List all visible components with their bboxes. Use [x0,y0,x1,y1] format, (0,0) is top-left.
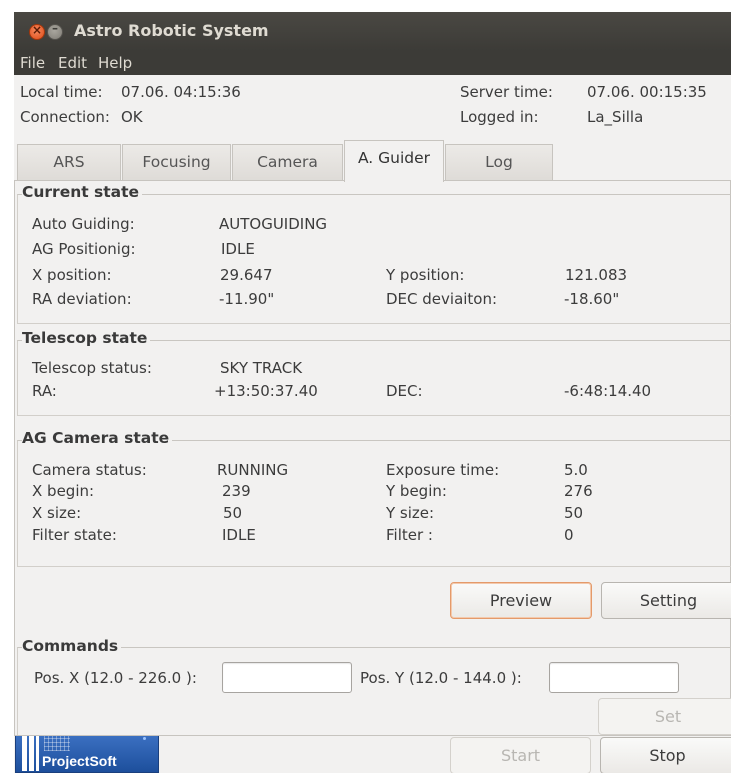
logged-in-label: Logged in: [460,108,539,126]
ag-camera-state-group [17,440,731,567]
setting-button[interactable]: Setting [601,582,731,619]
commands-title: Commands [22,637,122,655]
telescope-status-value: SKY TRACK [220,359,303,377]
menu-file[interactable]: File [20,54,45,72]
x-size-value: 50 [223,504,243,522]
minimize-window-button[interactable]: – [47,21,63,40]
camera-status-label: Camera status: [32,461,147,479]
logo-bar [22,735,27,771]
tab-focusing[interactable]: Focusing [122,144,231,181]
ra-value: +13:50:37.40 [214,382,318,400]
ra-deviation-label: RA deviation: [32,290,132,308]
y-size-label: Y size: [386,504,435,522]
close-icon: × [31,23,43,37]
local-time-label: Local time: [20,83,103,101]
auto-guiding-label: Auto Guiding: [32,215,135,233]
y-position-value: 121.083 [565,266,628,284]
menu-edit[interactable]: Edit [58,54,87,72]
pos-x-input[interactable] [222,662,352,693]
ag-positioning-value: IDLE [221,240,255,258]
camera-status-value: RUNNING [217,461,289,479]
x-begin-label: X begin: [32,482,95,500]
preview-button[interactable]: Preview [450,582,592,619]
title-bar[interactable]: × – Astro Robotic System [14,12,731,51]
exposure-time-value: 5.0 [564,461,588,479]
set-button[interactable]: Set [598,698,731,735]
ag-positioning-label: AG Positionig: [32,240,136,258]
logo-grid [44,736,70,751]
current-state-title: Current state [22,183,143,201]
ra-label: RA: [32,382,57,400]
y-begin-label: Y begin: [386,482,447,500]
ra-deviation-value: -11.90" [219,290,275,308]
a-guider-panel: Current state Auto Guiding: AUTOGUIDING … [14,180,731,736]
server-time-label: Server time: [460,83,553,101]
x-position-label: X position: [32,266,112,284]
x-begin-value: 239 [222,482,251,500]
filter-state-label: Filter state: [32,526,117,544]
logged-in-value: La_Silla [587,108,644,126]
exposure-time-label: Exposure time: [386,461,500,479]
filter-label: Filter : [386,526,433,544]
pos-y-input[interactable] [549,662,679,693]
auto-guiding-value: AUTOGUIDING [219,215,328,233]
projectsoft-logo: ProjectSoft [15,730,159,773]
window-title: Astro Robotic System [74,21,269,40]
tab-a-guider[interactable]: A. Guider [344,140,444,182]
logo-dot [143,737,146,740]
stop-button[interactable]: Stop [600,737,731,773]
x-size-label: X size: [32,504,82,522]
y-size-value: 50 [564,504,584,522]
logo-bar [36,735,39,771]
tab-ars[interactable]: ARS [17,144,121,181]
ag-camera-state-title: AG Camera state [22,429,173,447]
app-window: × – Astro Robotic System File Edit Help … [14,12,731,773]
logo-bar [29,735,34,771]
telescope-state-title: Telescop state [22,329,151,347]
start-button[interactable]: Start [450,737,591,773]
x-position-value: 29.647 [220,266,273,284]
menu-help[interactable]: Help [98,54,132,72]
y-begin-value: 276 [564,482,593,500]
tab-camera[interactable]: Camera [232,144,343,181]
pos-y-label: Pos. Y (12.0 - 144.0 ): [360,669,522,687]
local-time-value: 07.06. 04:15:36 [121,83,241,101]
logo-text: ProjectSoft [42,753,117,769]
connection-label: Connection: [20,108,110,126]
dec-deviation-label: DEC deviaiton: [386,290,498,308]
minimize-icon: – [52,21,58,35]
server-time-value: 07.06. 00:15:35 [587,83,707,101]
close-window-button[interactable]: × [29,23,45,40]
dec-value: -6:48:14.40 [564,382,652,400]
dec-deviation-value: -18.60" [564,290,620,308]
connection-value: OK [121,108,143,126]
filter-state-value: IDLE [222,526,256,544]
pos-x-label: Pos. X (12.0 - 226.0 ): [34,669,197,687]
filter-value: 0 [564,526,574,544]
tab-log[interactable]: Log [445,144,553,181]
telescope-status-label: Telescop status: [32,359,152,377]
y-position-label: Y position: [386,266,465,284]
telescope-state-group [17,340,731,416]
dec-label: DEC: [386,382,423,400]
